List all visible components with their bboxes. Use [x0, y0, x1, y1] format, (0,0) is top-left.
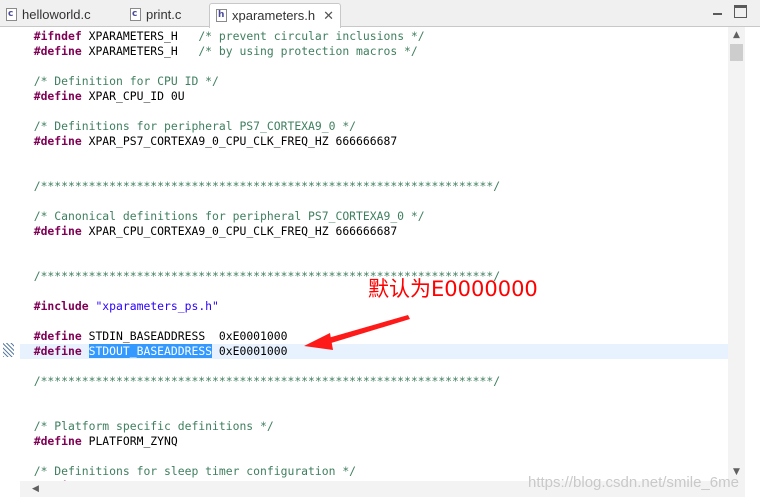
code-line[interactable]: [20, 59, 728, 74]
code-text: STDIN_BASEADDRESS 0xE0001000: [81, 329, 288, 343]
code-comment: /* Platform specific definitions */: [33, 419, 274, 433]
code-line[interactable]: #define XPAR_PS7_CORTEXA9_0_CPU_CLK_FREQ…: [20, 134, 728, 149]
vertical-scrollbar[interactable]: ▲ ▼: [728, 27, 745, 481]
code-line[interactable]: /* Canonical definitions for peripheral …: [20, 209, 728, 224]
code-line[interactable]: [20, 359, 728, 374]
code-keyword: #define: [33, 89, 82, 103]
code-keyword: #define: [33, 329, 82, 343]
code-line[interactable]: #define XPAR_CPU_ID 0U: [20, 89, 728, 104]
code-keyword: #define: [33, 434, 82, 448]
code-line[interactable]: #define XPAR_CPU_CORTEXA9_0_CPU_CLK_FREQ…: [20, 224, 728, 239]
editor-gutter[interactable]: [0, 27, 20, 481]
code-line[interactable]: /* Platform specific definitions */: [20, 419, 728, 434]
annotation-arrow-icon: [304, 315, 410, 350]
tab-label: helloworld.c: [22, 7, 91, 22]
code-comment: /***************************************…: [33, 179, 501, 193]
editor-tab-bar: c helloworld.c c print.c h xparameters.h ✕: [0, 0, 760, 28]
code-line[interactable]: /* Definition for CPU ID */: [20, 74, 728, 89]
code-text: 0xE0001000: [212, 344, 288, 358]
code-line[interactable]: /* Definitions for peripheral PS7_CORTEX…: [20, 119, 728, 134]
selected-text: STDOUT_BASEADDRESS: [88, 344, 213, 358]
code-line[interactable]: [20, 254, 728, 269]
code-line[interactable]: #define XPARAMETERS_H /* by using protec…: [20, 44, 728, 59]
code-line[interactable]: [20, 449, 728, 464]
minimize-button[interactable]: [711, 5, 724, 18]
code-line[interactable]: [20, 389, 728, 404]
c-source-file-icon: c: [6, 7, 17, 21]
occurrence-marker-icon: [3, 343, 14, 357]
scroll-left-arrow-icon[interactable]: ◀: [32, 481, 39, 497]
code-comment: /* prevent circular inclusions */: [198, 29, 425, 43]
code-line[interactable]: /***************************************…: [20, 179, 728, 194]
code-comment: /* Canonical definitions for peripheral …: [33, 209, 425, 223]
code-line[interactable]: #ifndef XPARAMETERS_H /* prevent circula…: [20, 29, 728, 44]
code-string: "xparameters_ps.h": [95, 299, 219, 313]
code-keyword: #define: [33, 134, 82, 148]
code-line[interactable]: #define PLATFORM_ZYNQ: [20, 434, 728, 449]
scroll-up-arrow-icon[interactable]: ▲: [728, 27, 745, 44]
tab-helloworld-c[interactable]: c helloworld.c: [0, 3, 118, 27]
scrollbar-thumb[interactable]: [730, 44, 743, 61]
code-line[interactable]: [20, 239, 728, 254]
code-line[interactable]: [20, 404, 728, 419]
code-text: PLATFORM_ZYNQ: [81, 434, 178, 448]
code-line[interactable]: [20, 149, 728, 164]
code-line[interactable]: /***************************************…: [20, 374, 728, 389]
code-comment: /* Definition for CPU ID */: [33, 74, 219, 88]
code-keyword: #define: [33, 344, 82, 358]
code-comment: /* by using protection macros */: [198, 44, 418, 58]
close-icon[interactable]: ✕: [323, 5, 334, 28]
code-keyword: #ifndef: [33, 29, 82, 43]
code-text: XPARAMETERS_H: [81, 44, 199, 58]
tab-label: xparameters.h: [232, 8, 316, 23]
c-source-file-icon: c: [130, 7, 141, 21]
watermark: https://blog.csdn.net/smile_6me: [528, 474, 739, 491]
code-text: XPARAMETERS_H: [81, 29, 199, 43]
code-comment: /***************************************…: [33, 374, 501, 388]
maximize-button[interactable]: [734, 5, 747, 18]
h-header-file-icon: h: [216, 8, 227, 22]
code-keyword: #define: [33, 44, 82, 58]
code-text: XPAR_CPU_CORTEXA9_0_CPU_CLK_FREQ_HZ 6666…: [81, 224, 398, 238]
tab-label: print.c: [146, 7, 182, 22]
code-comment: /* Definitions for peripheral PS7_CORTEX…: [33, 119, 357, 133]
code-keyword: #define: [33, 224, 82, 238]
code-editor[interactable]: #ifndef XPARAMETERS_H /* prevent circula…: [20, 27, 728, 481]
tab-print-c[interactable]: c print.c: [124, 3, 208, 27]
code-comment: /* Definitions for sleep timer configura…: [33, 464, 357, 478]
code-line[interactable]: [20, 194, 728, 209]
code-keyword: #include: [33, 299, 89, 313]
code-text: XPAR_CPU_ID 0U: [81, 89, 185, 103]
tab-xparameters-h[interactable]: h xparameters.h ✕: [209, 3, 341, 28]
code-line[interactable]: [20, 104, 728, 119]
code-text: XPAR_PS7_CORTEXA9_0_CPU_CLK_FREQ_HZ 6666…: [81, 134, 398, 148]
code-line[interactable]: [20, 164, 728, 179]
annotation-text: 默认为E0000000: [368, 277, 538, 301]
